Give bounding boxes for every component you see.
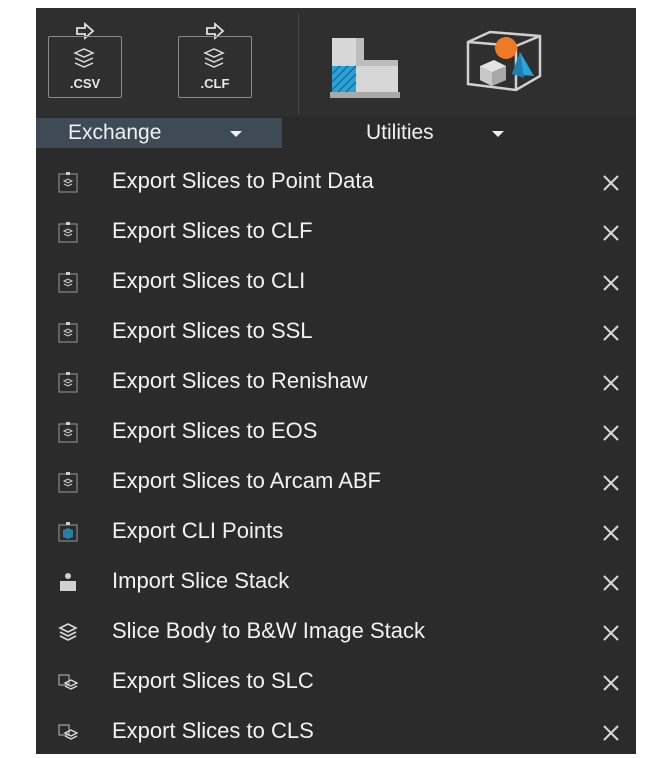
menu-item-export-cls[interactable]: Export Slices to CLS: [36, 708, 636, 758]
image-stack-icon: [58, 623, 78, 641]
close-icon[interactable]: [600, 472, 622, 494]
close-icon[interactable]: [600, 172, 622, 194]
menu-item-export-cli[interactable]: Export Slices to CLI: [36, 258, 636, 308]
menu-item-label: Export Slices to SLC: [112, 668, 314, 693]
menu-item-label: Export Slices to CLI: [112, 268, 306, 293]
close-icon[interactable]: [600, 322, 622, 344]
exchange-label: Exchange: [68, 121, 162, 144]
button-ext-label: .CSV: [69, 76, 101, 91]
menu-item-export-ssl[interactable]: Export Slices to SSL: [36, 308, 636, 358]
ribbon-panel: .CSV .CLF Exchange Utilities Export Slic…: [36, 8, 636, 754]
ribbon-group-bar: Exchange Utilities: [36, 116, 636, 148]
menu-item-export-eos[interactable]: Export Slices to EOS: [36, 408, 636, 458]
exchange-group-tab[interactable]: Exchange: [36, 118, 282, 148]
export-slices-renishaw-icon: [58, 372, 78, 393]
3d-shapes-box-icon[interactable]: [460, 28, 546, 98]
export-slices-csv-icon: [58, 172, 78, 193]
toolbar-divider: [298, 14, 299, 114]
menu-item-label: Export Slices to CLF: [112, 218, 313, 243]
close-icon[interactable]: [600, 522, 622, 544]
close-icon[interactable]: [600, 222, 622, 244]
close-icon[interactable]: [600, 622, 622, 644]
menu-item-export-slc[interactable]: Export Slices to SLC: [36, 658, 636, 708]
export-slices-cli-icon: [58, 272, 78, 293]
slice-profile-icon[interactable]: [326, 34, 406, 104]
utilities-label: Utilities: [366, 121, 434, 144]
export-csv-button[interactable]: .CSV: [48, 22, 122, 98]
export-slices-eos-icon: [58, 422, 78, 443]
export-slices-cls-icon: [58, 724, 78, 740]
export-clf-button[interactable]: .CLF: [178, 22, 252, 98]
export-cli-points-icon: [58, 522, 78, 542]
layers-icon: [73, 48, 95, 68]
menu-item-export-renishaw[interactable]: Export Slices to Renishaw: [36, 358, 636, 408]
close-icon[interactable]: [600, 372, 622, 394]
menu-item-label: Export CLI Points: [112, 518, 284, 543]
close-icon[interactable]: [600, 572, 622, 594]
export-slices-clf-icon: [58, 222, 78, 243]
chevron-down-icon: [492, 131, 504, 137]
close-icon[interactable]: [600, 672, 622, 694]
menu-item-export-arcam[interactable]: Export Slices to Arcam ABF: [36, 458, 636, 508]
menu-item-bw-image-stack[interactable]: Slice Body to B&W Image Stack: [36, 608, 636, 658]
menu-item-label: Import Slice Stack: [112, 568, 290, 593]
ribbon-toolbar: .CSV .CLF: [36, 8, 636, 116]
export-slices-slc-icon: [58, 674, 78, 690]
button-ext-label: .CLF: [200, 76, 230, 91]
menu-item-label: Slice Body to B&W Image Stack: [112, 618, 426, 643]
close-icon[interactable]: [600, 722, 622, 744]
menu-item-export-point-data[interactable]: Export Slices to Point Data: [36, 158, 636, 208]
menu-item-label: Export Slices to SSL: [112, 318, 313, 343]
menu-item-export-cli-points[interactable]: Export CLI Points: [36, 508, 636, 558]
menu-item-label: Export Slices to EOS: [112, 418, 318, 443]
close-icon[interactable]: [600, 272, 622, 294]
menu-item-label: Export Slices to CLS: [112, 718, 314, 743]
utilities-group-tab[interactable]: Utilities: [282, 118, 636, 148]
menu-item-export-clf[interactable]: Export Slices to CLF: [36, 208, 636, 258]
menu-item-label: Export Slices to Renishaw: [112, 368, 368, 393]
menu-item-import-slice-stack[interactable]: Import Slice Stack: [36, 558, 636, 608]
menu-item-label: Export Slices to Point Data: [112, 168, 374, 193]
close-icon[interactable]: [600, 422, 622, 444]
export-slices-arcam-icon: [58, 472, 78, 493]
layers-icon: [203, 48, 225, 68]
import-slice-stack-icon: [60, 573, 76, 591]
menu-item-label: Export Slices to Arcam ABF: [112, 468, 381, 493]
export-slices-ssl-icon: [58, 322, 78, 343]
chevron-down-icon: [230, 131, 242, 137]
